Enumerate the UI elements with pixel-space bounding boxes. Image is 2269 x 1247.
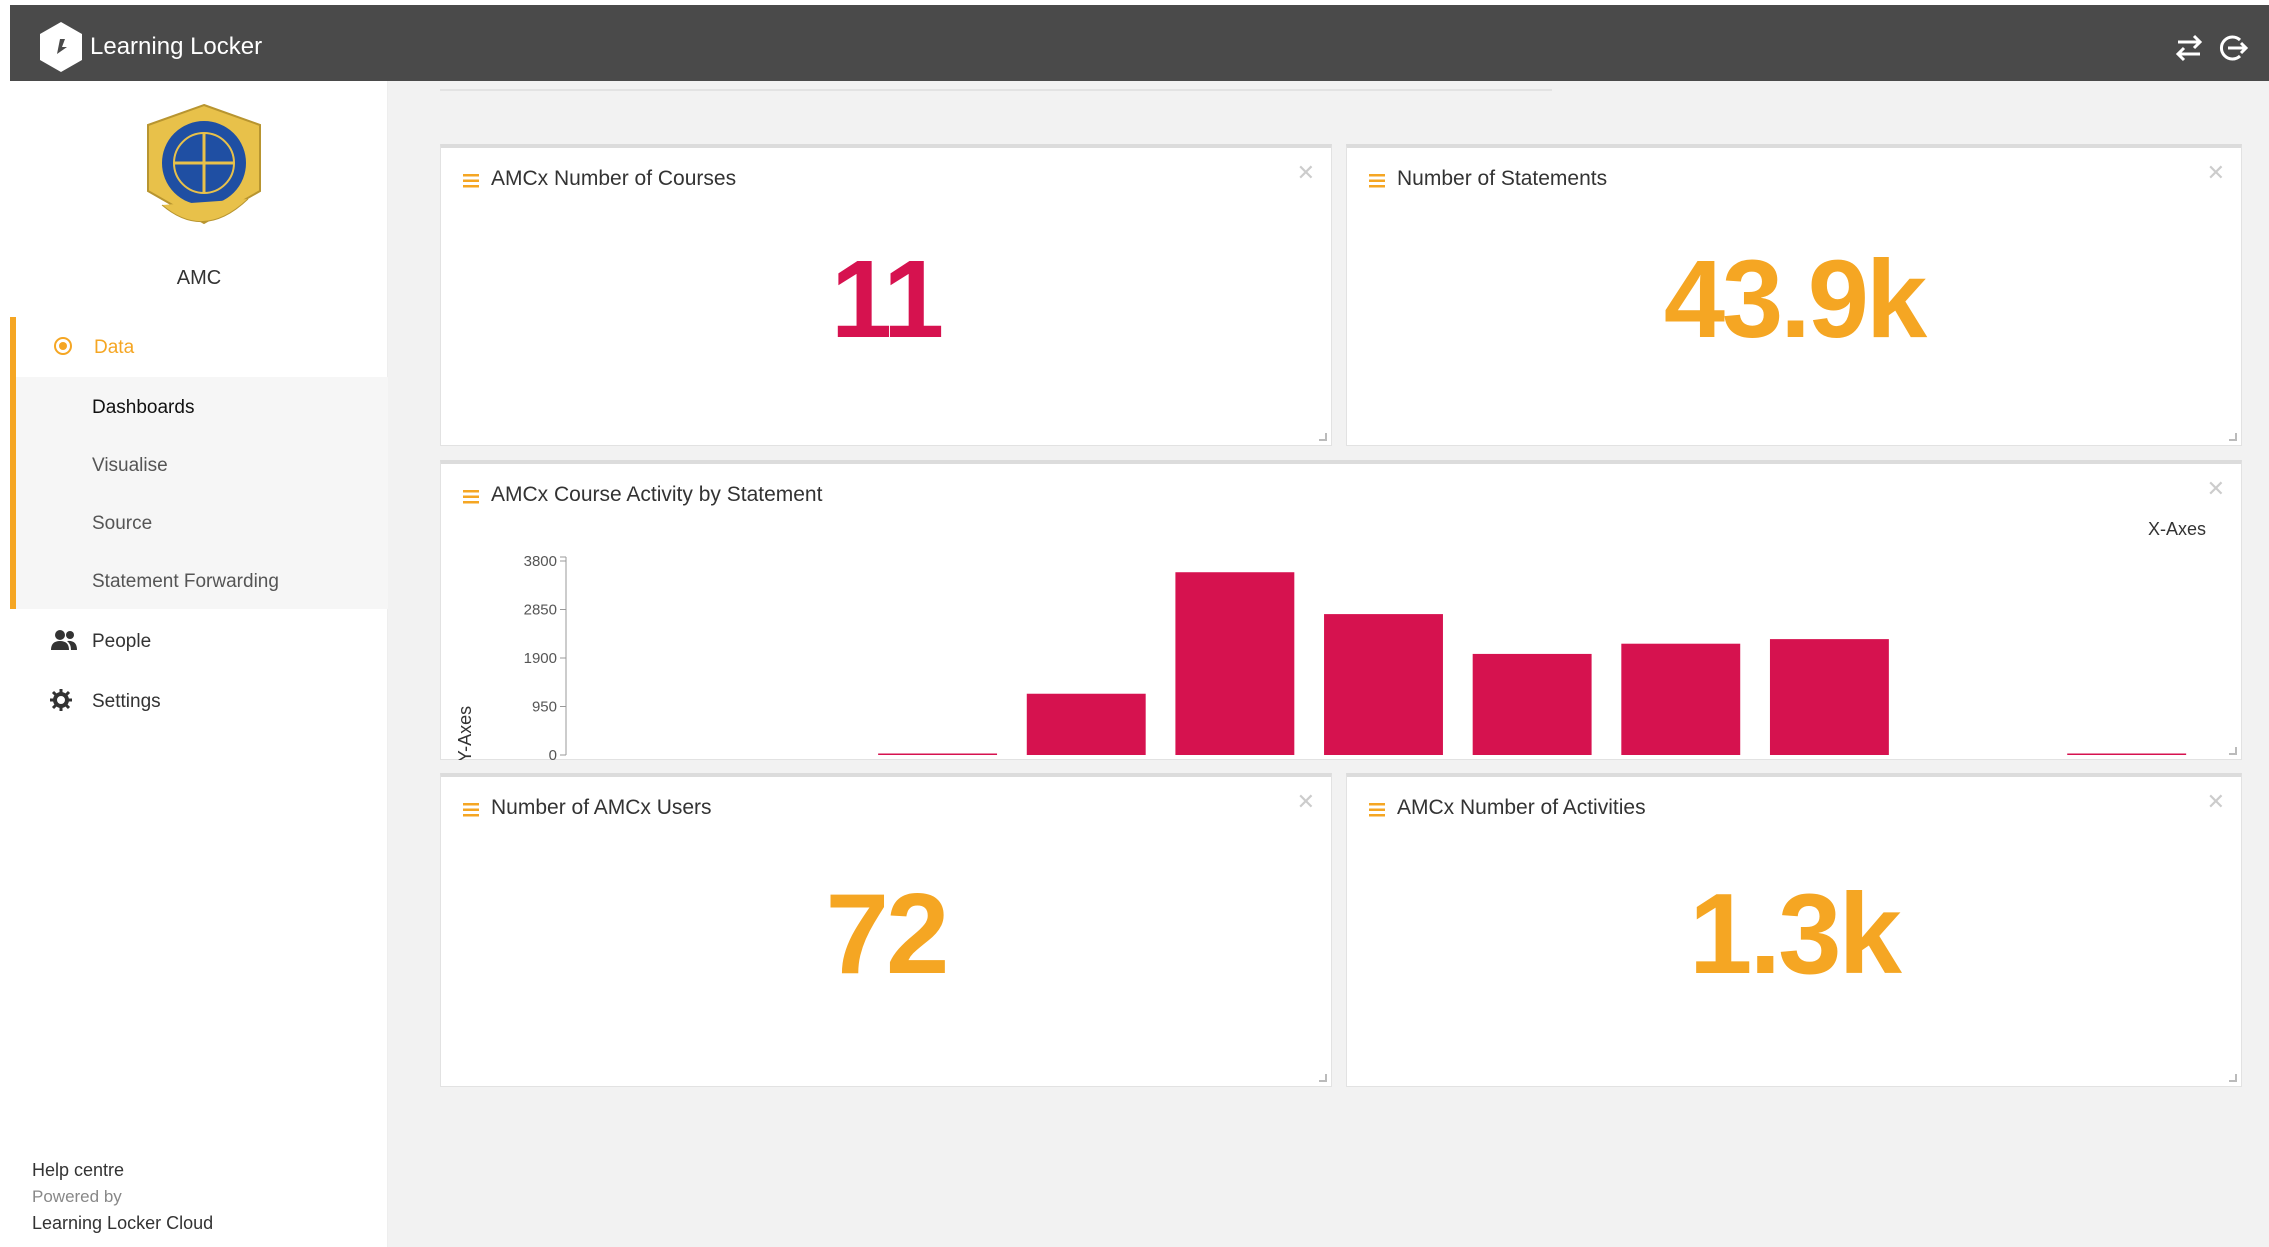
widget-value: 72	[825, 871, 950, 998]
dashboard-area: AMCx Number of Courses ✕ 11 Number of St…	[388, 81, 2269, 1247]
data-subnav: Dashboards Visualise Source Statement Fo…	[16, 377, 388, 609]
resize-handle-icon[interactable]	[1319, 1074, 1327, 1082]
divider	[440, 89, 1552, 91]
chart-bar	[1026, 693, 1146, 755]
widget-menu-icon[interactable]	[463, 174, 479, 188]
widget-number-of-users: Number of AMCx Users ✕ 72	[440, 773, 1332, 1087]
close-icon[interactable]: ✕	[1297, 791, 1315, 813]
widget-title: Number of Statements	[1397, 167, 1608, 190]
widget-number-of-activities: AMCx Number of Activities ✕ 1.3k	[1346, 773, 2242, 1087]
resize-handle-icon[interactable]	[2229, 747, 2237, 755]
logout-icon[interactable]	[2216, 31, 2250, 65]
nav-item-people[interactable]: People	[50, 629, 151, 653]
widget-title: AMCx Number of Courses	[491, 167, 737, 190]
widget-number-of-statements: Number of Statements ✕ 43.9k	[1346, 144, 2242, 446]
resize-handle-icon[interactable]	[2229, 1074, 2237, 1082]
close-icon[interactable]: ✕	[1297, 162, 1315, 184]
resize-handle-icon[interactable]	[1319, 433, 1327, 441]
y-tick-label: 0	[549, 747, 557, 760]
y-tick-label: 2850	[524, 602, 557, 619]
chart-bar	[878, 753, 998, 755]
nav-item-data[interactable]: Data	[16, 317, 388, 377]
gear-icon	[50, 689, 72, 711]
x-axis-title: X-Axes	[2148, 519, 2206, 539]
app-title: Learning Locker	[90, 33, 263, 60]
y-tick-label: 3800	[524, 553, 557, 570]
subnav-item-dashboards[interactable]: Dashboards	[92, 397, 194, 419]
widget-title: Number of AMCx Users	[491, 796, 712, 819]
chart-bar	[1472, 653, 1592, 755]
subnav-item-statement-forwarding[interactable]: Statement Forwarding	[92, 571, 279, 593]
y-tick-label: 950	[532, 699, 557, 716]
widget-value: 1.3k	[1689, 871, 1902, 998]
chart-bar	[730, 754, 849, 756]
widget-value: 11	[830, 238, 944, 361]
top-bar: Learning Locker	[10, 5, 2269, 81]
nav-item-people-label: People	[92, 631, 152, 652]
subnav-item-visualise[interactable]: Visualise	[92, 455, 168, 477]
nav-item-settings[interactable]: Settings	[50, 689, 161, 713]
air-mobility-command-seal-icon	[147, 103, 261, 225]
chart-bar	[1769, 639, 1889, 755]
chart-bar	[1621, 643, 1741, 755]
nav-item-settings-label: Settings	[92, 691, 161, 712]
app-window: Learning Locker AMC Data Dashboards Visu…	[10, 0, 2269, 1247]
nav-item-data-label: Data	[94, 337, 135, 358]
powered-by-label: Powered by	[32, 1187, 122, 1206]
resize-handle-icon[interactable]	[2229, 433, 2237, 441]
chart-bar	[1175, 572, 1295, 755]
y-axis-title: Y-Axes	[455, 706, 475, 760]
learning-locker-logo-icon[interactable]	[38, 21, 84, 73]
close-icon[interactable]: ✕	[2207, 791, 2225, 813]
learning-locker-cloud-link[interactable]: Learning Locker Cloud	[32, 1213, 213, 1234]
widget-course-activity-chart: AMCx Course Activity by Statement ✕ 0 950…	[440, 460, 2242, 760]
widget-menu-icon[interactable]	[1369, 174, 1385, 188]
chart-bar	[1919, 754, 2038, 756]
switch-arrows-icon[interactable]	[2172, 31, 2206, 65]
widget-menu-icon[interactable]	[1369, 803, 1385, 817]
widget-menu-icon[interactable]	[463, 803, 479, 817]
subnav-item-source[interactable]: Source	[92, 513, 152, 535]
chart-bar	[581, 754, 700, 756]
y-tick-label: 1900	[524, 650, 557, 667]
org-name: AMC	[176, 267, 222, 289]
sidebar: AMC Data Dashboards Visualise Source Sta…	[10, 81, 388, 1247]
close-icon[interactable]: ✕	[2207, 162, 2225, 184]
chart-bar	[2067, 753, 2187, 755]
widget-number-of-courses: AMCx Number of Courses ✕ 11	[440, 144, 1332, 446]
widget-title: AMCx Number of Activities	[1397, 796, 1646, 819]
widget-value: 43.9k	[1663, 238, 1927, 361]
people-icon	[51, 630, 77, 650]
bar-chart: 0950190028503800...AIC+2017_ZA/...S_AIC+…	[455, 519, 2206, 760]
nav-group-data: Data Dashboards Visualise Source Stateme…	[10, 317, 388, 609]
help-centre-link[interactable]: Help centre	[32, 1160, 124, 1181]
radio-dot-icon	[54, 337, 72, 355]
chart-bar	[1324, 614, 1443, 755]
